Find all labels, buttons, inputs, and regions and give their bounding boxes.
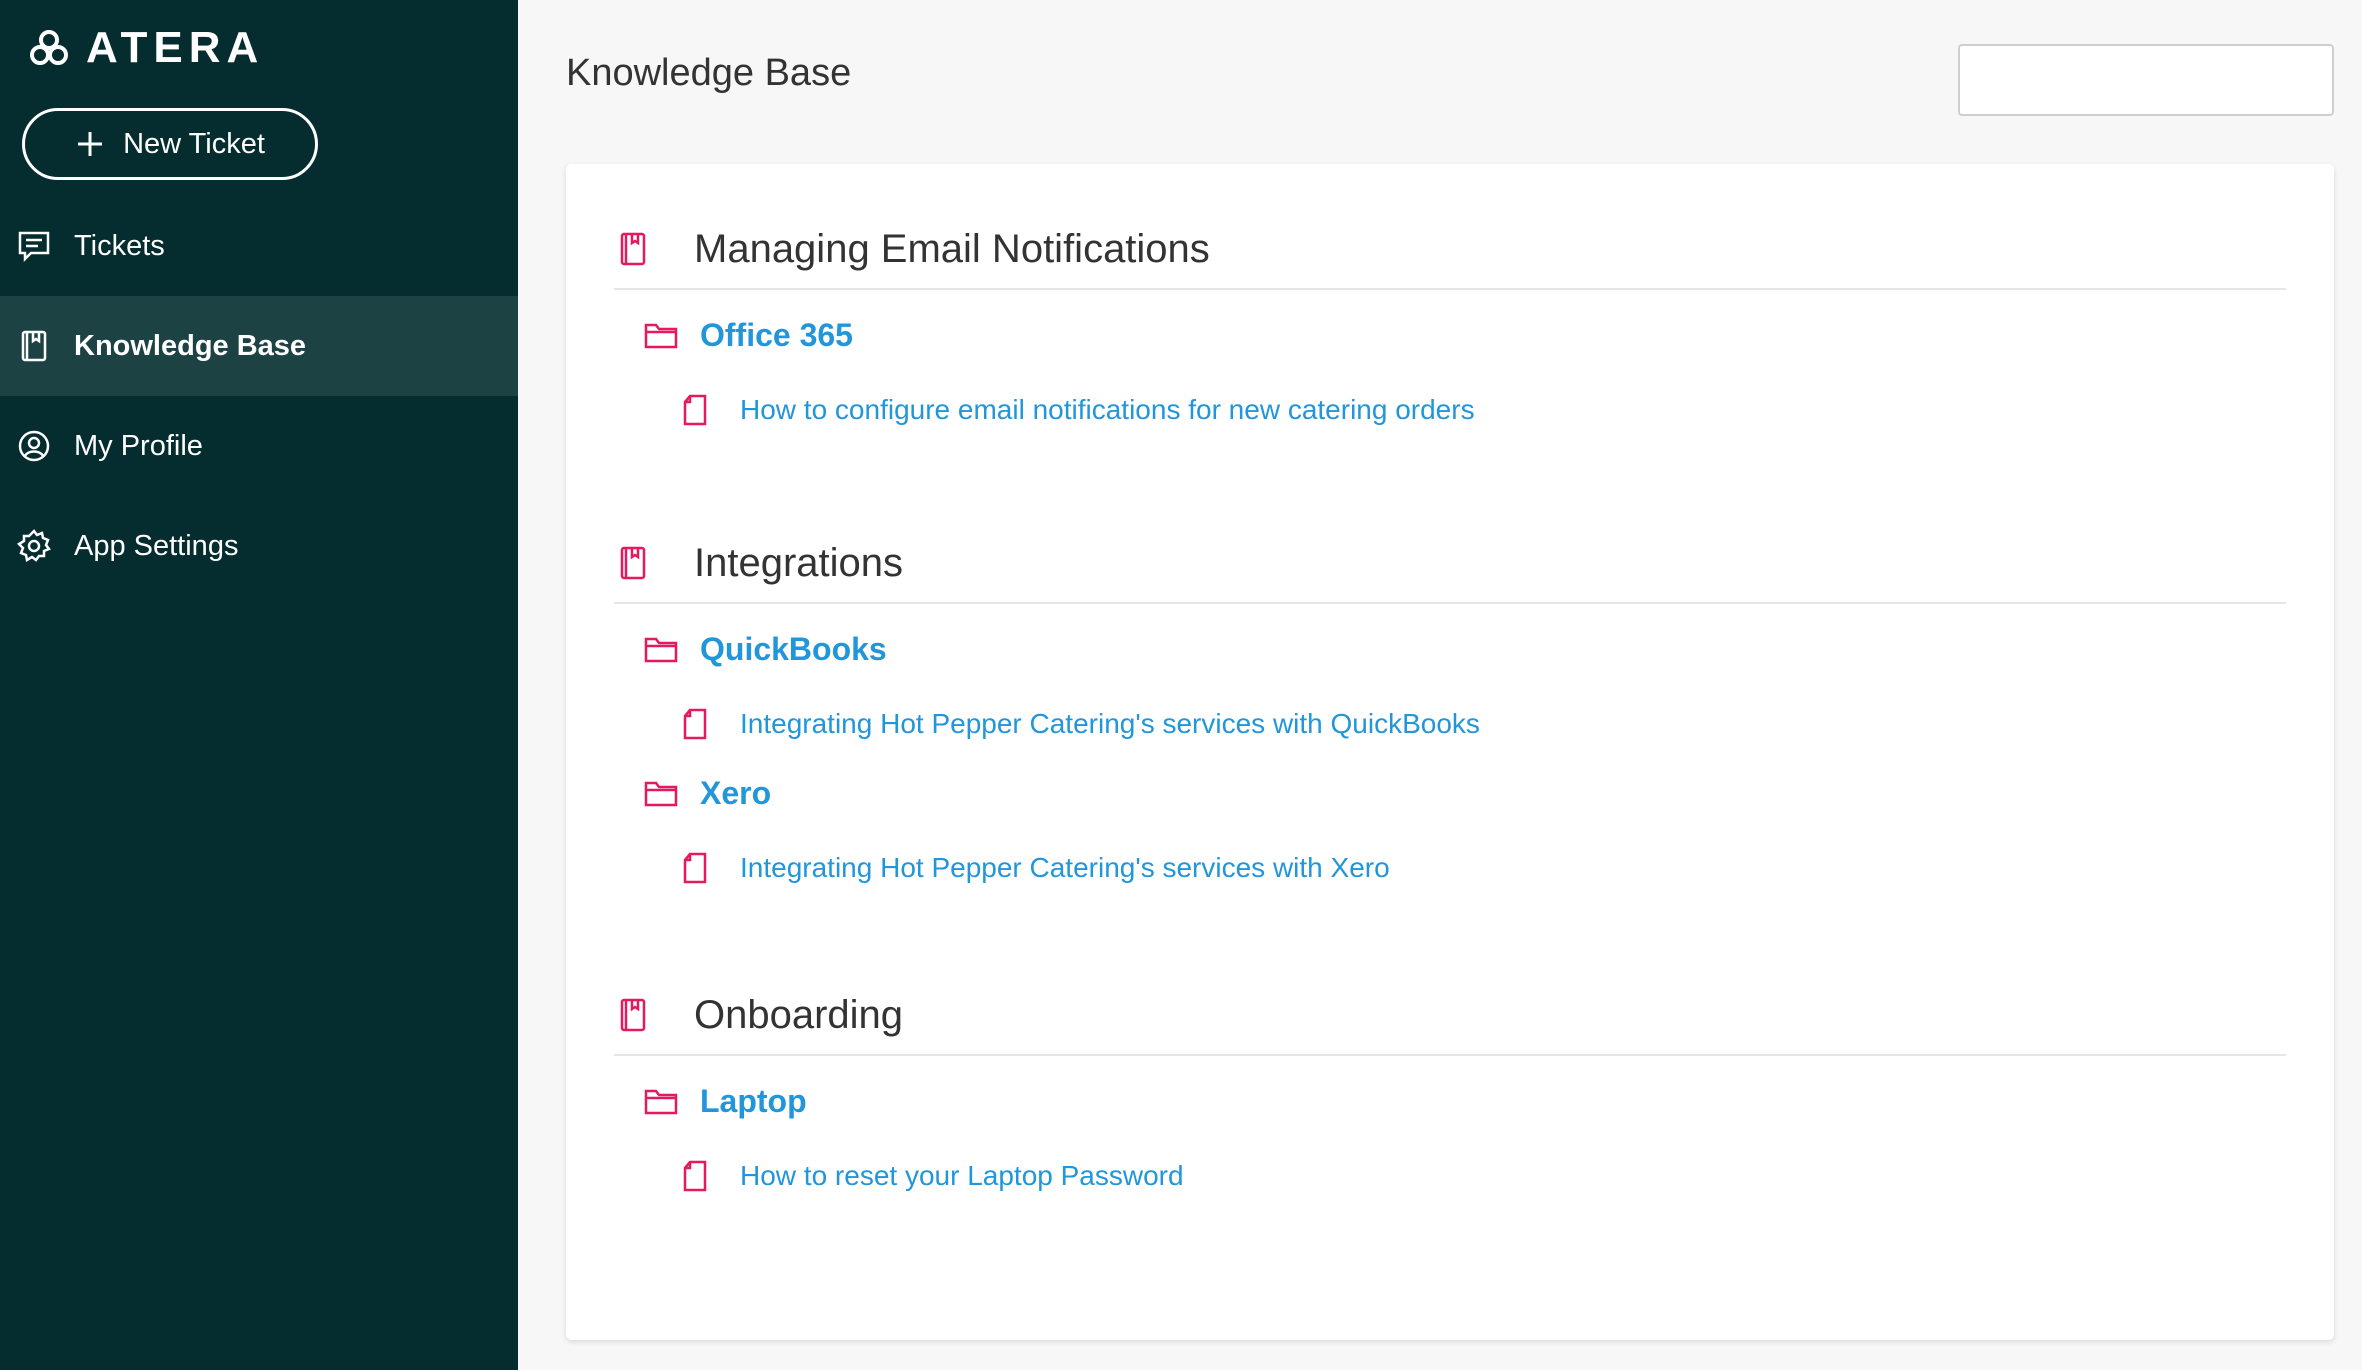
sidebar-item-label: Tickets: [74, 229, 165, 262]
brand-logo[interactable]: ATERA: [28, 23, 265, 72]
sidebar-item-knowledge-base[interactable]: Knowledge Base: [0, 296, 518, 396]
category-header: Onboarding: [614, 976, 2286, 1056]
sidebar-nav: Tickets Knowledge Base My Profile App Se…: [0, 196, 518, 596]
document-icon: [682, 1160, 708, 1192]
document-icon: [682, 708, 708, 740]
notebook-icon: [616, 232, 650, 266]
article-link[interactable]: How to reset your Laptop Password: [740, 1160, 1184, 1192]
sidebar-item-label: App Settings: [74, 529, 239, 562]
page-title: Knowledge Base: [566, 52, 852, 94]
folder-title: Xero: [700, 774, 772, 811]
new-ticket-button[interactable]: New Ticket: [22, 108, 318, 180]
gear-icon: [16, 528, 52, 564]
folder-icon: [644, 1087, 678, 1115]
folder-icon: [644, 321, 678, 349]
document-icon: [682, 852, 708, 884]
sidebar-item-tickets[interactable]: Tickets: [0, 196, 518, 296]
notebook-icon: [16, 328, 52, 364]
brand-name: ATERA: [86, 23, 265, 72]
kb-folder[interactable]: QuickBooks: [644, 614, 2286, 684]
kb-category: Integrations QuickBooks Integrating Hot …: [614, 524, 2286, 902]
plus-icon: [78, 132, 103, 156]
category-header: Managing Email Notifications: [614, 210, 2286, 290]
category-header: Integrations: [614, 524, 2286, 604]
sidebar-item-app-settings[interactable]: App Settings: [0, 496, 518, 596]
article-link[interactable]: How to configure email notifications for…: [740, 394, 1475, 426]
user-circle-icon: [16, 428, 52, 464]
document-icon: [682, 394, 708, 426]
chat-icon: [16, 228, 52, 264]
search-input[interactable]: [1996, 63, 2335, 97]
kb-folder[interactable]: Laptop: [644, 1066, 2286, 1136]
folder-title: Office 365: [700, 316, 853, 353]
kb-article[interactable]: Integrating Hot Pepper Catering's servic…: [682, 690, 2286, 758]
article-link[interactable]: Integrating Hot Pepper Catering's servic…: [740, 708, 1480, 740]
kb-category: Managing Email Notifications Office 365 …: [614, 210, 2286, 444]
folder-title: Laptop: [700, 1082, 807, 1119]
kb-article[interactable]: How to configure email notifications for…: [682, 376, 2286, 444]
atera-logo-icon: [30, 30, 68, 65]
sidebar-item-label: My Profile: [74, 429, 203, 462]
search-box[interactable]: [1958, 44, 2335, 116]
notebook-icon: [616, 998, 650, 1032]
kb-article[interactable]: How to reset your Laptop Password: [682, 1142, 2286, 1210]
knowledge-base-card: Managing Email Notifications Office 365 …: [566, 164, 2334, 1340]
category-title: Managing Email Notifications: [694, 226, 1210, 271]
notebook-icon: [616, 546, 650, 580]
sidebar: ATERA New Ticket Tickets Knowledge Base …: [0, 0, 518, 1370]
folder-icon: [644, 635, 678, 663]
kb-folder[interactable]: Office 365: [644, 300, 2286, 370]
kb-article[interactable]: Integrating Hot Pepper Catering's servic…: [682, 834, 2286, 902]
folder-icon: [644, 779, 678, 807]
new-ticket-label: New Ticket: [123, 127, 265, 160]
sidebar-item-my-profile[interactable]: My Profile: [0, 396, 518, 496]
category-title: Integrations: [694, 540, 904, 585]
category-title: Onboarding: [694, 992, 904, 1037]
folder-title: QuickBooks: [700, 630, 887, 667]
article-link[interactable]: Integrating Hot Pepper Catering's servic…: [740, 852, 1390, 884]
sidebar-item-label: Knowledge Base: [74, 329, 307, 362]
kb-folder[interactable]: Xero: [644, 758, 2286, 828]
kb-category: Onboarding Laptop How to reset your Lapt…: [614, 976, 2286, 1210]
